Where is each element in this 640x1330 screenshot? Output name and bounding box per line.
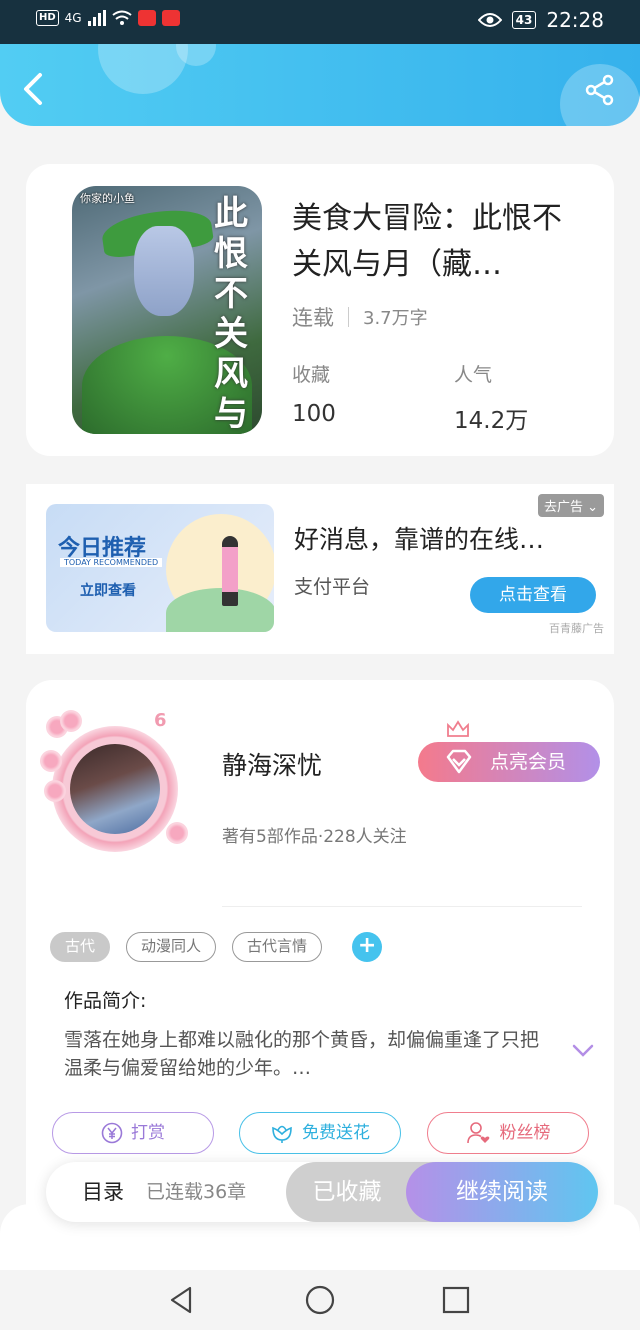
back-icon[interactable] [20, 72, 50, 106]
chevron-down-icon: ⌄ [587, 500, 598, 515]
status-left: HD 4G [36, 10, 180, 26]
ad-title: 好消息，靠谱的在线… [294, 525, 545, 554]
hd-indicator: HD [36, 10, 59, 26]
remove-ad-button[interactable]: 去广告 ⌄ [537, 494, 604, 517]
word-count: 3.7万字 [363, 308, 428, 329]
favorites-stat: 收藏 100 [292, 360, 336, 427]
favorites-label: 收藏 [292, 364, 331, 386]
flower-decor [40, 750, 62, 772]
user-heart-icon [466, 1122, 489, 1144]
ad-image-cta: 立即查看 [80, 583, 136, 599]
send-flower-button[interactable]: 免费送花 [239, 1112, 401, 1154]
level-badge: 6 [154, 710, 167, 731]
vip-button-label: 点亮会员 [490, 751, 567, 773]
flower-icon [272, 1125, 292, 1143]
cover-art [134, 226, 194, 316]
book-info-card: 你家的小鱼 此恨不关风与月 美食大冒险：此恨不关风与月（藏… 连载 3.7万字 … [26, 164, 614, 456]
status-bar: HD 4G 43 22:28 [0, 0, 640, 44]
ad-image-subtitle: TODAY RECOMMENDED [60, 558, 163, 567]
ad-source: 百青藤广告 [549, 622, 604, 635]
intro-text: 雪落在她身上都难以融化的那个黄昏，却偏偏重逢了只把温柔与偏爱留给她的少年。… [64, 1029, 540, 1079]
ad-cta-button[interactable]: 点击查看 [470, 577, 596, 613]
bottom-action-bar: 目录 已连载36章 已收藏 继续阅读 [46, 1162, 598, 1222]
decor-bubble [98, 44, 188, 94]
send-flower-label: 免费送花 [302, 1123, 370, 1143]
gem-icon [446, 749, 472, 774]
flower-decor [44, 780, 66, 802]
collected-label: 已收藏 [312, 1179, 382, 1205]
author-card: 6 静海深忧 点亮会员 著有5部作品·228人关注 古代 动漫同人 古代言情 +… [26, 680, 614, 1240]
tag-list: 古代 动漫同人 古代言情 + [50, 932, 383, 962]
flower-decor [60, 710, 82, 732]
book-meta: 连载 3.7万字 [292, 302, 428, 332]
app-notification-icon [137, 10, 156, 26]
flower-decor [166, 822, 188, 844]
vip-button[interactable]: 点亮会员 [418, 720, 600, 782]
ad-art [166, 588, 274, 632]
fans-ranking-button[interactable]: 粉丝榜 [427, 1112, 589, 1154]
cover-corner-text: 你家的小鱼 [80, 192, 135, 205]
chevron-down-icon[interactable] [572, 1044, 594, 1058]
favorites-value: 100 [292, 401, 336, 427]
popularity-value: 14.2万 [454, 408, 529, 434]
ad-banner[interactable]: 今日推荐 TODAY RECOMMENDED 立即查看 好消息，靠谱的在线… 支… [26, 484, 614, 654]
ad-art [222, 536, 238, 606]
status-right: 43 22:28 [477, 8, 604, 32]
popularity-stat: 人气 14.2万 [454, 360, 528, 435]
chapter-count[interactable]: 已连载36章 [146, 1162, 246, 1222]
nav-back-icon[interactable] [166, 1284, 198, 1316]
yen-icon [101, 1122, 123, 1144]
ad-subtitle: 支付平台 [294, 576, 371, 598]
divider [222, 906, 582, 907]
system-nav-bar [0, 1270, 640, 1330]
fans-ranking-label: 粉丝榜 [499, 1123, 551, 1143]
nav-recent-icon[interactable] [440, 1284, 472, 1316]
reward-button[interactable]: 打赏 [52, 1112, 214, 1154]
tag[interactable]: 古代 [50, 932, 111, 962]
ad-image[interactable]: 今日推荐 TODAY RECOMMENDED 立即查看 [46, 504, 274, 632]
tag[interactable]: 动漫同人 [126, 932, 217, 962]
eye-icon [477, 13, 502, 27]
reward-label: 打赏 [131, 1123, 165, 1143]
book-title: 美食大冒险：此恨不关风与月（藏… [292, 201, 562, 282]
tag[interactable]: 古代言情 [232, 932, 323, 962]
author-stats: 著有5部作品·228人关注 [222, 827, 407, 847]
cover-calligraphy: 此恨不关风与月 [214, 194, 248, 434]
plus-icon: + [357, 933, 377, 958]
meta-divider [348, 307, 349, 327]
network-indicator: 4G [64, 11, 82, 25]
toc-button[interactable]: 目录 [82, 1162, 124, 1222]
continue-reading-button[interactable]: 继续阅读 [406, 1162, 598, 1222]
add-tag-button[interactable]: + [352, 932, 383, 962]
popularity-label: 人气 [454, 364, 493, 386]
share-icon[interactable] [584, 74, 616, 106]
book-cover[interactable]: 你家的小鱼 此恨不关风与月 [72, 186, 262, 434]
app-notification-icon [161, 10, 180, 26]
avatar [70, 744, 160, 834]
battery-indicator: 43 [511, 11, 537, 29]
crown-icon [447, 720, 469, 737]
nav-home-icon[interactable] [304, 1284, 336, 1316]
serial-status: 连载 [292, 306, 334, 330]
intro-label: 作品简介: [64, 990, 147, 1012]
wifi-icon [111, 10, 132, 25]
signal-icon [87, 10, 106, 26]
author-avatar[interactable]: 6 [40, 710, 194, 864]
header [0, 44, 640, 126]
clock: 22:28 [546, 8, 604, 32]
remove-ad-label: 去广告 [543, 500, 583, 515]
author-name[interactable]: 静海深忧 [222, 746, 322, 782]
